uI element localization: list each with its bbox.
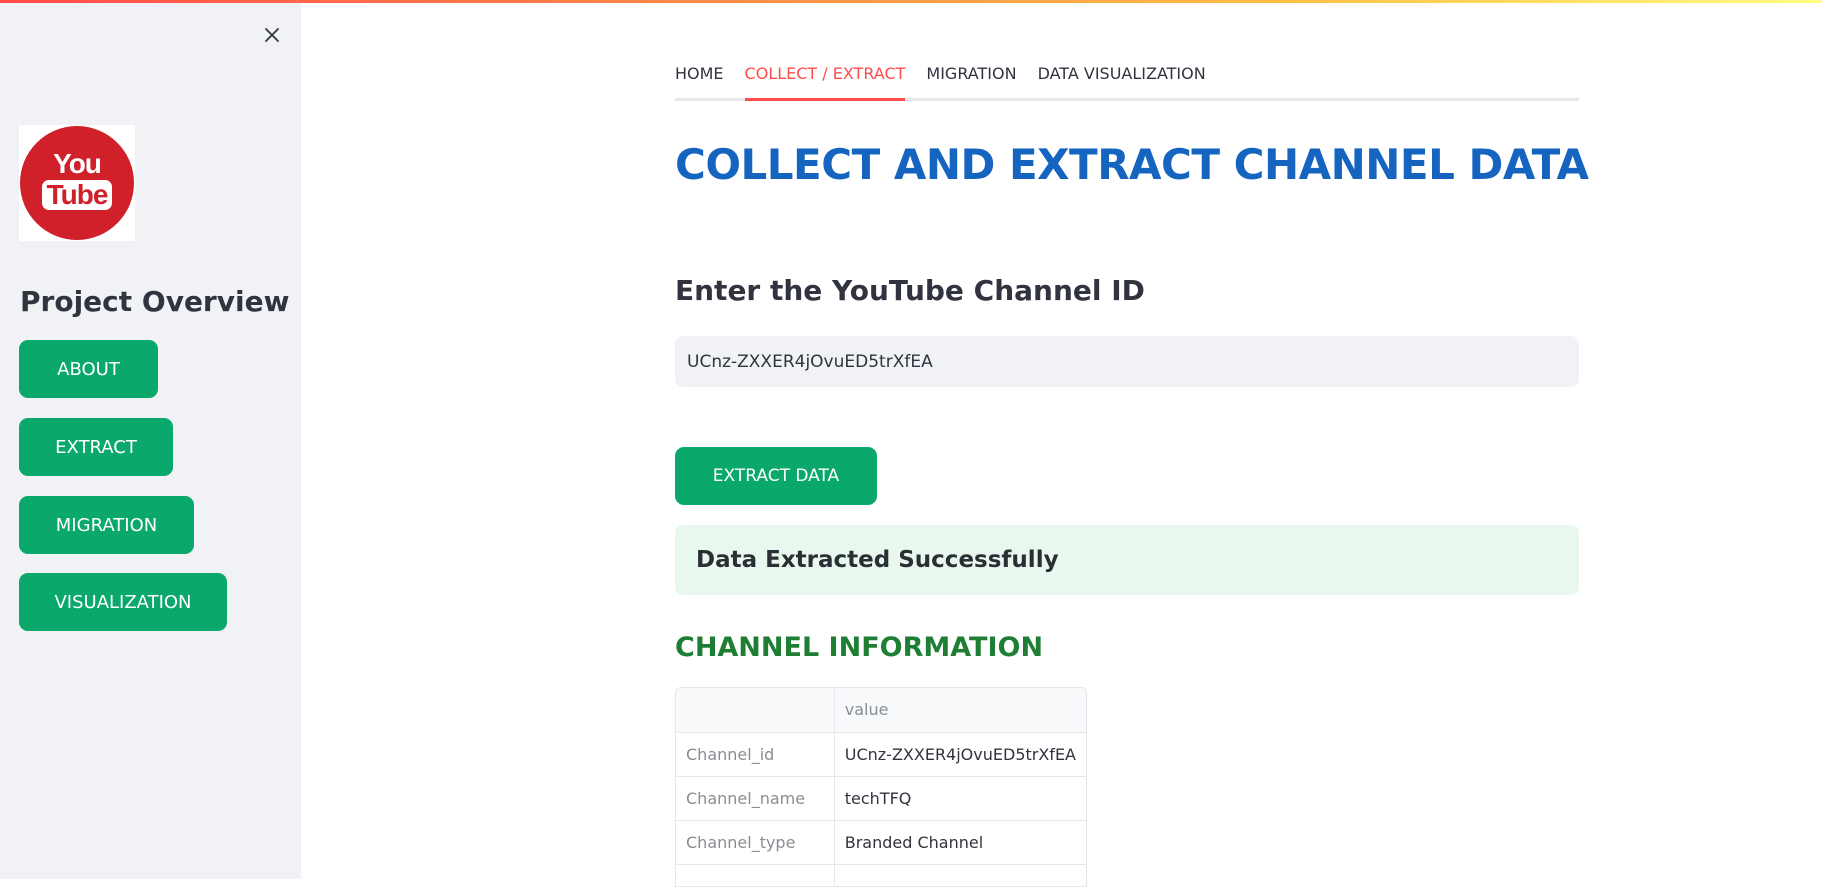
- extract-data-button[interactable]: EXTRACT DATA: [675, 447, 877, 505]
- row-value: Branded Channel: [834, 820, 1086, 865]
- row-key: Channel_name: [676, 776, 835, 821]
- extract-button[interactable]: EXTRACT: [19, 418, 173, 476]
- close-sidebar-button[interactable]: [258, 21, 286, 49]
- youtube-logo-circle: You Tube: [20, 126, 134, 240]
- logo-text-you: You: [53, 148, 102, 179]
- channel-id-input[interactable]: UCnz-ZXXER4jOvuED5trXfEA: [675, 336, 1579, 387]
- table-row: Channel_type Branded Channel: [676, 820, 1086, 865]
- tab-bar: HOME COLLECT / EXTRACT MIGRATION DATA VI…: [675, 48, 1579, 101]
- sidebar: You Tube Project Overview ABOUT EXTRACT …: [0, 3, 301, 879]
- value-header: value: [834, 688, 1086, 733]
- channel-info-table: value Channel_id UCnz-ZXXER4jOvuED5trXfE…: [675, 687, 1087, 887]
- page-title: COLLECT AND EXTRACT CHANNEL DATA: [675, 140, 1589, 189]
- logo-text-tube: Tube: [41, 180, 113, 210]
- tab-migration[interactable]: MIGRATION: [926, 48, 1016, 98]
- index-header: [676, 688, 835, 733]
- table-header-row: value: [676, 688, 1086, 733]
- success-alert: Data Extracted Successfully: [675, 525, 1579, 595]
- channel-information-heading: CHANNEL INFORMATION: [675, 632, 1044, 663]
- sidebar-title: Project Overview: [20, 285, 290, 318]
- visualization-button[interactable]: VISUALIZATION: [19, 573, 227, 631]
- youtube-logo: You Tube: [19, 125, 135, 241]
- row-key: [676, 864, 835, 886]
- table-row: [676, 864, 1086, 886]
- tab-home[interactable]: HOME: [675, 48, 724, 98]
- table-row: Channel_id UCnz-ZXXER4jOvuED5trXfEA: [676, 732, 1086, 777]
- row-key: Channel_id: [676, 732, 835, 777]
- table-row: Channel_name techTFQ: [676, 776, 1086, 821]
- row-value: [834, 864, 1086, 886]
- channel-id-label: Enter the YouTube Channel ID: [675, 274, 1145, 307]
- row-value: UCnz-ZXXER4jOvuED5trXfEA: [834, 732, 1086, 777]
- row-value: techTFQ: [834, 776, 1086, 821]
- about-button[interactable]: ABOUT: [19, 340, 158, 398]
- tab-data-visualization[interactable]: DATA VISUALIZATION: [1038, 48, 1206, 98]
- migration-button[interactable]: MIGRATION: [19, 496, 194, 554]
- close-icon: [265, 28, 279, 42]
- tab-collect-extract[interactable]: COLLECT / EXTRACT: [744, 48, 905, 101]
- row-key: Channel_type: [676, 820, 835, 865]
